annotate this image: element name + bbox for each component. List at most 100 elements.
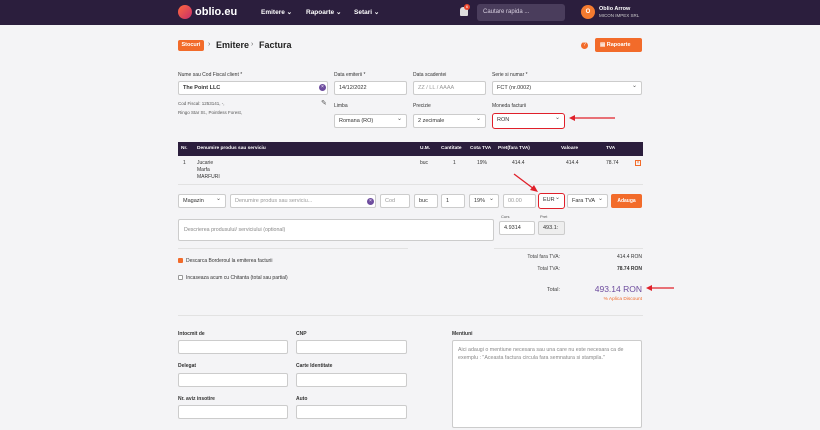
data-scadentei-label: Data scadentei bbox=[413, 72, 447, 78]
search-input[interactable]: Cautare rapida ... bbox=[477, 4, 565, 21]
pret-curs-value: 493.1: bbox=[538, 221, 565, 235]
nav-rapoarte[interactable]: Rapoarte ⌄ bbox=[306, 8, 341, 16]
client-label: Nume sau Cod Fiscal client * bbox=[178, 72, 243, 78]
adauga-button[interactable]: Adauga bbox=[611, 194, 642, 208]
curs-label: Curs bbox=[501, 214, 510, 219]
nav-emitere[interactable]: Emitere ⌄ bbox=[261, 8, 292, 16]
cnp-label: CNP bbox=[296, 331, 307, 337]
aplica-discount-link[interactable]: % Aplica Discount bbox=[560, 297, 642, 302]
aviz-input[interactable] bbox=[178, 405, 288, 419]
data-emiterii-input[interactable]: 14/12/2022 bbox=[334, 81, 407, 95]
th-pret: Pret(fara TVA) bbox=[498, 146, 530, 151]
delete-row-icon[interactable]: × bbox=[635, 160, 641, 166]
total-tva-label: Total TVA: bbox=[537, 266, 560, 272]
product-input[interactable]: Denumire produs sau serviciu... bbox=[230, 194, 376, 208]
row-valoare: 414.4 bbox=[566, 160, 579, 166]
description-textarea[interactable]: Descrierea produsului/ serviciului (opti… bbox=[178, 219, 494, 241]
cod-input[interactable]: Cod bbox=[380, 194, 410, 208]
precizie-label: Precizie bbox=[413, 103, 431, 109]
annotation-arrow-icon bbox=[513, 173, 538, 192]
divider bbox=[178, 315, 643, 316]
row-desc: Marfa bbox=[197, 167, 210, 173]
tva-mode-select[interactable]: Fara TVA bbox=[567, 194, 608, 208]
serie-select[interactable]: FCT (nr.0002) bbox=[492, 81, 642, 95]
help-icon[interactable]: ? bbox=[581, 42, 588, 49]
row-cota: 19% bbox=[477, 160, 488, 166]
delegat-input[interactable] bbox=[178, 373, 288, 387]
cota-tva-select[interactable]: 19% bbox=[469, 194, 499, 208]
moneda-label: Moneda facturii bbox=[492, 103, 527, 109]
total-value: 493.14 RON bbox=[594, 284, 642, 294]
rapoarte-button[interactable]: ▤ Rapoarte bbox=[595, 38, 642, 52]
limba-label: Limba bbox=[334, 103, 348, 109]
curs-input[interactable]: 4.9314 bbox=[499, 221, 535, 235]
edit-pencil-icon[interactable]: ✎ bbox=[321, 99, 327, 107]
row-qty: 1 bbox=[453, 160, 456, 166]
logo-icon[interactable] bbox=[178, 5, 192, 19]
um-input[interactable]: buc bbox=[414, 194, 438, 208]
carte-label: Carte Identitate bbox=[296, 363, 333, 369]
page-title: Factura bbox=[259, 40, 292, 50]
user-company: MICON IMPEX SRL bbox=[599, 13, 640, 18]
avatar[interactable]: O bbox=[581, 5, 595, 19]
incaseaza-label: Incaseaza acum cu Chitanta (total sau pa… bbox=[186, 275, 288, 281]
th-cota-tva: Cota TVA bbox=[470, 146, 492, 151]
auto-input[interactable] bbox=[296, 405, 407, 419]
client-address: Ringo Star St., Pointless Forest, bbox=[178, 110, 243, 115]
data-emiterii-label: Data emiterii * bbox=[334, 72, 366, 78]
moneda-produs-select[interactable]: EUR bbox=[538, 193, 565, 209]
th-denumire: Denumire produs sau serviciu bbox=[197, 146, 266, 151]
client-input[interactable]: The Point LLC bbox=[178, 81, 328, 95]
divider bbox=[494, 248, 643, 249]
annotation-arrow-icon bbox=[569, 115, 615, 121]
total-fara-tva-value: 414.4 RON bbox=[616, 254, 642, 260]
row-um: buc bbox=[420, 160, 429, 166]
intocmit-label: Intocmit de bbox=[178, 331, 205, 337]
row-gestiune: MARFURI bbox=[197, 174, 220, 180]
carte-input[interactable] bbox=[296, 373, 407, 387]
nav-setari[interactable]: Setari ⌄ bbox=[354, 8, 379, 16]
qty-input[interactable]: 1 bbox=[441, 194, 465, 208]
mentiuni-textarea[interactable]: Aici adaugi o mentiune necesara sau una … bbox=[452, 340, 642, 428]
clear-product-icon[interactable]: × bbox=[367, 198, 374, 205]
clear-client-icon[interactable]: × bbox=[319, 84, 326, 91]
total-tva-value: 78.74 RON bbox=[616, 266, 642, 272]
breadcrumb-emitere[interactable]: Emitere bbox=[216, 40, 249, 50]
descarca-label: Descarca Borderoul la emiterea facturii bbox=[186, 258, 273, 264]
cnp-input[interactable] bbox=[296, 340, 407, 354]
incaseaza-checkbox[interactable] bbox=[178, 275, 183, 280]
th-um: U.M. bbox=[420, 146, 431, 151]
mentiuni-label: Mentiuni bbox=[452, 331, 473, 337]
total-fara-tva-label: Total fara TVA: bbox=[527, 254, 560, 260]
pret-curs-label: Pret bbox=[540, 214, 548, 219]
top-nav bbox=[0, 0, 820, 25]
stocuri-button[interactable]: Stocuri bbox=[178, 40, 204, 51]
th-tva: TVA bbox=[606, 146, 616, 151]
serie-label: Serie si numar * bbox=[492, 72, 528, 78]
th-nr: Nr. bbox=[181, 146, 188, 151]
annotation-arrow-icon bbox=[646, 285, 674, 291]
total-label: Total: bbox=[546, 287, 560, 293]
notification-badge: 6 bbox=[464, 4, 470, 10]
chevron-right-icon: › bbox=[208, 41, 211, 48]
precizie-select[interactable]: 2 zecimale bbox=[413, 114, 486, 128]
auto-label: Auto bbox=[296, 396, 308, 402]
pret-input[interactable]: 00.00 bbox=[503, 194, 536, 208]
chevron-right-icon: › bbox=[251, 41, 254, 48]
client-cod-fiscal: Cod Fiscal: 1253141, -, bbox=[178, 101, 225, 106]
intocmit-input[interactable] bbox=[178, 340, 288, 354]
row-nr: 1 bbox=[183, 160, 186, 166]
moneda-select[interactable]: RON bbox=[492, 113, 565, 129]
user-name[interactable]: Oblio Arrow bbox=[599, 6, 630, 12]
row-tva: 78.74 bbox=[606, 160, 619, 166]
logo-text[interactable]: oblio.eu bbox=[195, 6, 237, 18]
th-valoare: Valoare bbox=[561, 146, 579, 151]
row-name[interactable]: Jucarie bbox=[197, 160, 213, 166]
aviz-label: Nr. aviz insotire bbox=[178, 396, 215, 402]
limba-select[interactable]: Romana (RO) bbox=[334, 114, 407, 128]
data-scadentei-input[interactable]: ZZ / LL / AAAA bbox=[413, 81, 486, 95]
gestiune-select[interactable]: Magazin bbox=[178, 194, 226, 208]
th-cantitate: Cantitate bbox=[441, 146, 462, 151]
divider bbox=[178, 184, 643, 185]
descarca-checkbox[interactable] bbox=[178, 258, 183, 263]
